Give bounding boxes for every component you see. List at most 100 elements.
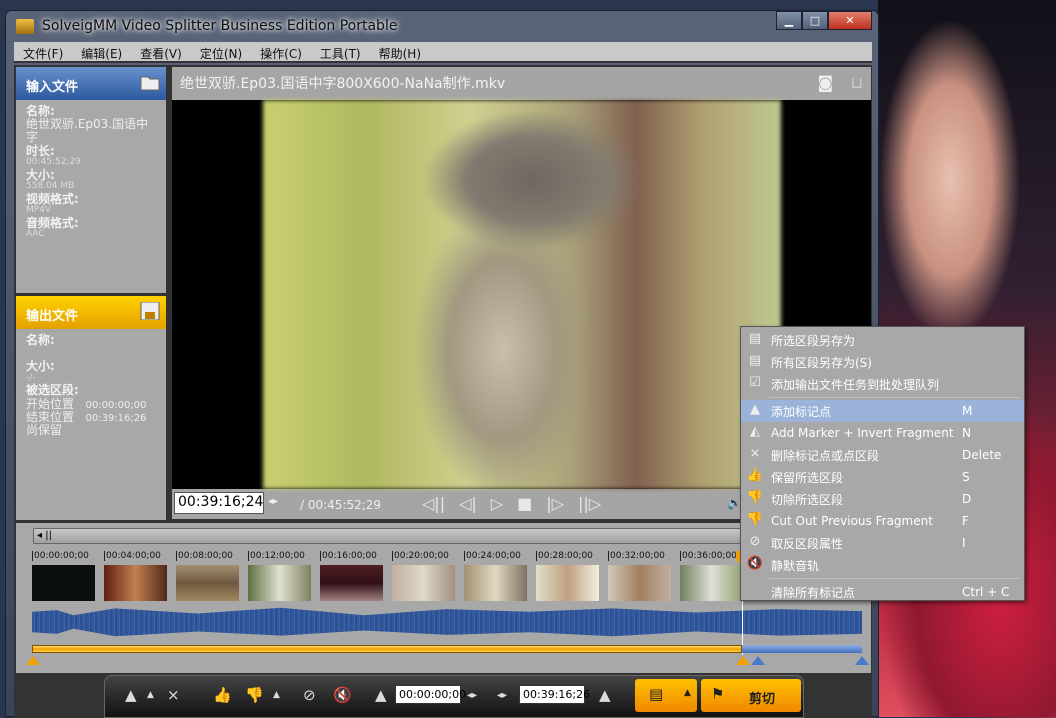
menu-item-clear-markers[interactable]: 清除所有标记点 Ctrl + C: [741, 581, 1024, 603]
save-selected-icon: ▤: [748, 331, 762, 346]
tick-label: 00:28:00;00: [536, 551, 593, 561]
tick-label: 00:20:00;00: [392, 551, 449, 561]
snapshot-icon[interactable]: ◙: [817, 73, 833, 92]
mute-button[interactable]: 🔇: [333, 686, 352, 704]
go-end-button[interactable]: ||▷: [578, 494, 601, 513]
menu-item-cut-previous[interactable]: 👎 Cut Out Previous Fragment F: [741, 510, 1024, 532]
menu-item-invert[interactable]: ⊘ 取反区段属性 I: [741, 532, 1024, 554]
input-file-panel: 输入文件 名称: 绝世双骄.Ep03.国语中字 时长: 00:45:52;29 …: [16, 67, 166, 293]
menu-item-mute[interactable]: 🔇 静默音轨: [741, 554, 1024, 576]
basket-icon[interactable]: ⊔: [851, 73, 863, 92]
marker-icon: ▲: [750, 402, 760, 417]
maximize-button[interactable]: □: [802, 11, 828, 30]
input-video-format: MP4V: [26, 204, 52, 215]
menu-item-shortcut: S: [962, 470, 970, 484]
go-start-button[interactable]: ◁||: [422, 494, 445, 513]
thumbnail: [176, 565, 239, 601]
menu-item-save-selected[interactable]: ▤ 所选区段另存为: [741, 329, 1024, 351]
input-size: 558.04 MB: [26, 180, 75, 191]
duration-label: 时长:: [26, 143, 55, 158]
menu-help[interactable]: 帮助(H): [370, 42, 430, 61]
start-time-field[interactable]: 00:00:00;00: [395, 685, 466, 704]
tick-label: 00:36:00;00: [680, 551, 737, 561]
marker-invert-icon: ◭: [750, 424, 760, 439]
end-label: 结束位置: [26, 409, 75, 424]
total-duration: / 00:45:52;29: [300, 498, 382, 512]
set-start-button[interactable]: ▲: [375, 686, 387, 704]
end-marker[interactable]: [736, 656, 750, 665]
play-button[interactable]: ▷: [491, 494, 503, 513]
start-marker[interactable]: [26, 656, 40, 665]
menu-item-add-marker[interactable]: ▲ 添加标记点 M: [741, 400, 1024, 422]
title-bar[interactable]: SolveigMM Video Splitter Business Editio…: [6, 11, 878, 41]
window-title: SolveigMM Video Splitter Business Editio…: [42, 18, 398, 34]
menu-item-label: 删除标记点或点区段: [771, 448, 880, 463]
menu-item-add-marker-invert[interactable]: ◭ Add Marker + Invert Fragment N: [741, 422, 1024, 444]
remaining-segment-bar[interactable]: [742, 645, 862, 653]
menu-edit[interactable]: 编辑(E): [72, 42, 131, 61]
thumbnail: [392, 565, 455, 601]
save-segments-button[interactable]: ▤ ▲: [635, 679, 697, 712]
minimize-button[interactable]: ▁: [776, 11, 802, 30]
menu-item-batch-queue[interactable]: ☑ 添加输出文件任务到批处理队列: [741, 373, 1024, 395]
cut-segment-button[interactable]: 👎: [245, 686, 264, 704]
cut-button-label: 剪切: [749, 692, 776, 707]
start-time-spin[interactable]: ◂▸: [467, 690, 477, 701]
menu-separator: [769, 578, 1020, 579]
save-segments-icon: ▤: [649, 685, 664, 703]
menu-view[interactable]: 查看(V): [131, 42, 191, 61]
save-dropdown-arrow[interactable]: ▲: [684, 688, 691, 698]
input-name: 绝世双骄.Ep03.国语中字: [26, 117, 149, 145]
menu-item-keep-segment[interactable]: 👍 保留所选区段 S: [741, 466, 1024, 488]
prev-frame-button[interactable]: ◁|: [459, 494, 477, 513]
output-name-label: 名称:: [26, 333, 55, 347]
end-time-field[interactable]: 00:39:16;26: [519, 685, 590, 704]
marker-dropdown[interactable]: ▲: [147, 690, 154, 700]
cut-dropdown[interactable]: ▲: [273, 690, 280, 700]
menu-navigate[interactable]: 定位(N): [191, 42, 251, 61]
output-size: -/-: [26, 372, 36, 383]
tick-label: 00:32:00;00: [608, 551, 665, 561]
menu-item-shortcut: Delete: [962, 448, 1002, 462]
thumbs-up-icon: 👍: [746, 468, 764, 483]
menu-tools[interactable]: 工具(T): [311, 42, 370, 61]
menu-item-delete-marker[interactable]: ⨯ 删除标记点或点区段 Delete: [741, 444, 1024, 466]
stop-button[interactable]: ■: [517, 494, 532, 513]
delete-marker-button[interactable]: ⨯: [167, 686, 180, 704]
marker[interactable]: [751, 656, 765, 665]
output-file-header: 输出文件: [26, 309, 79, 324]
invert-segment-button[interactable]: ⊘: [303, 686, 316, 704]
save-icon[interactable]: [140, 302, 160, 320]
menu-item-save-all[interactable]: ▤ 所有区段另存为(S): [741, 351, 1024, 373]
menu-item-cut-segment[interactable]: 👎 切除所选区段 D: [741, 488, 1024, 510]
output-size-label: 大小:: [26, 359, 55, 374]
menu-item-label: Add Marker + Invert Fragment: [771, 426, 954, 440]
video-frame-image: [263, 100, 781, 489]
set-end-button[interactable]: ▲: [599, 686, 611, 704]
add-marker-button[interactable]: ▲: [125, 686, 137, 704]
menu-action[interactable]: 操作(C): [251, 42, 311, 61]
open-folder-icon[interactable]: [140, 73, 160, 91]
bottom-toolbar: ▲ ▲ ⨯ 👍 👎 ▲ ⊘ 🔇 ▲ 00:00:00;00 ◂▸ ◂▸ 00:3…: [104, 675, 804, 718]
keep-segment-button[interactable]: 👍: [213, 686, 232, 704]
timecode-input[interactable]: 00:39:16;24: [174, 492, 264, 514]
menu-item-shortcut: F: [962, 514, 969, 528]
menu-item-label: 清除所有标记点: [771, 585, 856, 600]
selected-segment-bar[interactable]: [32, 645, 742, 653]
menu-file[interactable]: 文件(F): [14, 42, 72, 61]
cut-button[interactable]: ⚑ 剪切: [701, 679, 801, 712]
thumbnail: [680, 565, 743, 601]
size-label: 大小:: [26, 167, 55, 182]
end-time-spin[interactable]: ◂▸: [497, 690, 507, 701]
close-button[interactable]: ✕: [828, 11, 872, 30]
next-frame-button[interactable]: |▷: [546, 494, 564, 513]
timecode-spin[interactable]: ◂▸: [268, 496, 278, 507]
menu-item-shortcut: M: [962, 404, 973, 418]
thumbnail: [32, 565, 95, 601]
audio-format-label: 音频格式:: [26, 215, 79, 230]
delete-marker-icon: ⨯: [749, 446, 761, 461]
end-of-file-marker[interactable]: [855, 656, 869, 665]
flag-icon: ⚑: [711, 685, 725, 703]
video-filename: 绝世双骄.Ep03.国语中字800X600-NaNa制作.mkv: [180, 76, 506, 92]
save-all-icon: ▤: [748, 353, 762, 368]
